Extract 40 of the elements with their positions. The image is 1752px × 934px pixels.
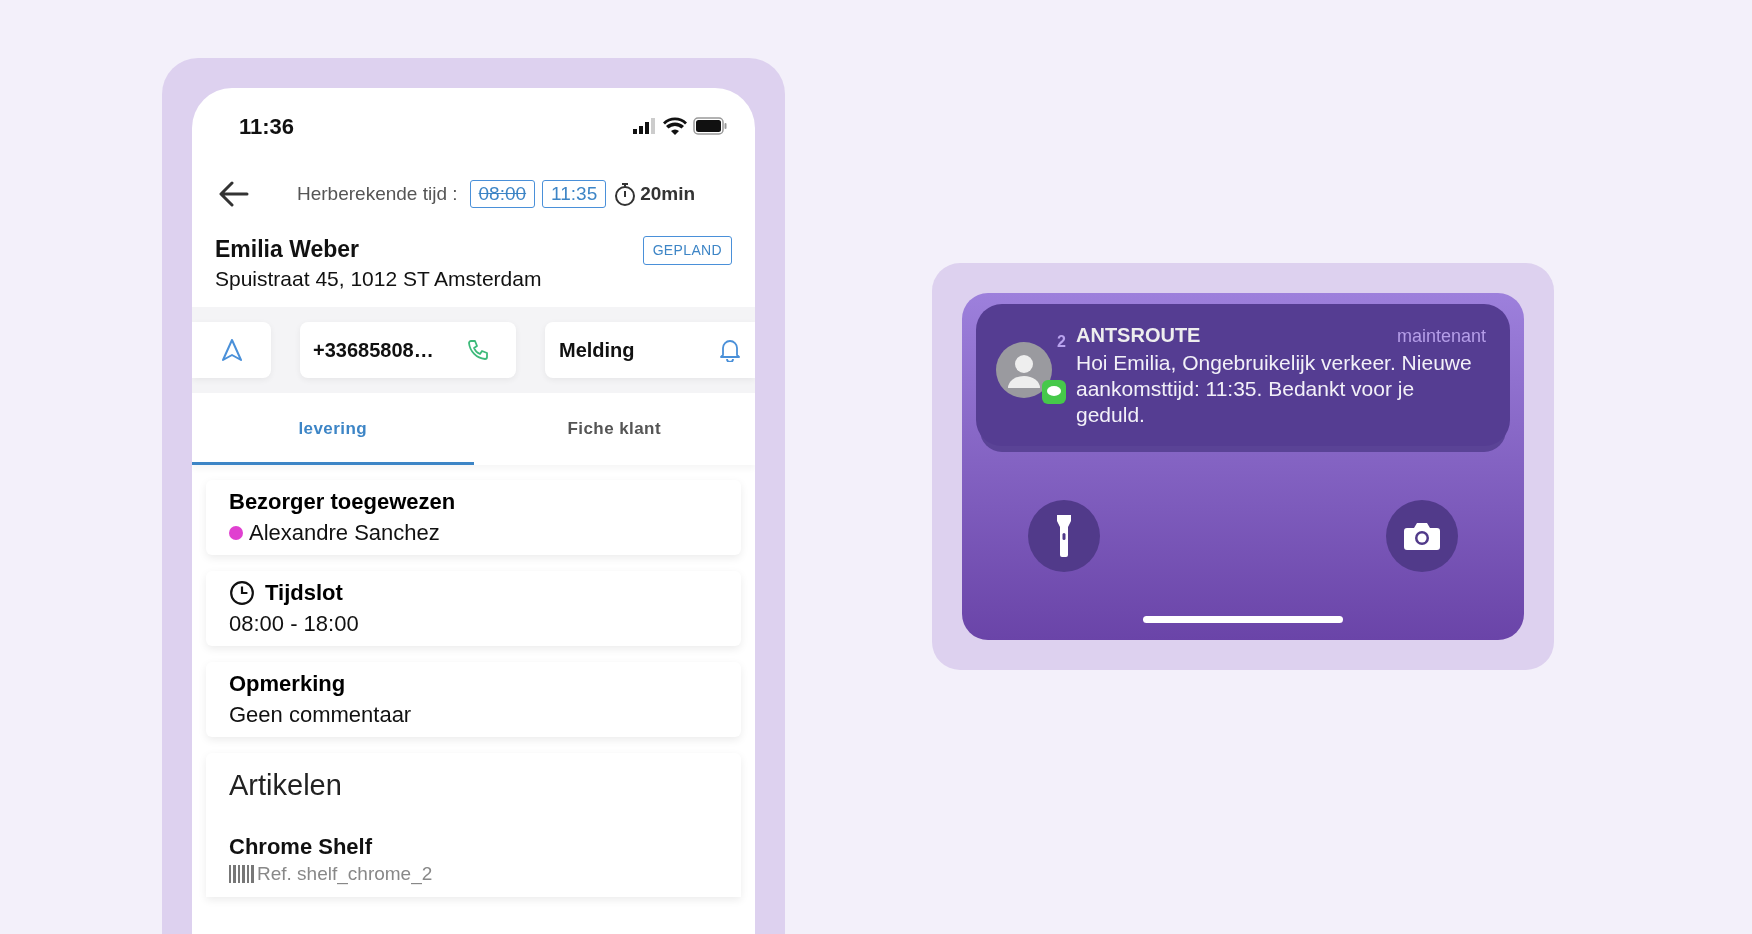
barcode-icon: [229, 865, 255, 883]
phone-button[interactable]: +33685808…: [300, 322, 516, 378]
duration-text: 20min: [640, 181, 696, 206]
article-name: Chrome Shelf: [229, 833, 374, 861]
wifi-icon: [663, 117, 687, 135]
time-chip: 11:35: [542, 180, 607, 208]
signal-icon: [633, 118, 657, 134]
battery-icon: [693, 117, 727, 135]
clock-icon: [229, 580, 255, 606]
phone-icon: [466, 338, 490, 362]
card-title: Bezorger toegewezen: [229, 488, 457, 516]
notification-message: Hoi Emilia, Ongebruikelijk verkeer. Nieuwe aankomsttijd: 11:35. Bedankt voor je geduld.: [1076, 350, 1473, 428]
contact-avatar-icon: [996, 342, 1052, 398]
navigation-arrow-icon: [220, 338, 243, 362]
back-arrow-icon: [219, 181, 249, 207]
article-reference: Ref. shelf_chrome_2: [257, 862, 433, 887]
customer-name: Emilia Weber: [215, 235, 361, 264]
recalculated-time-label: Herberekende tijd :: [297, 181, 458, 206]
message-bubble-icon: [1042, 380, 1066, 404]
notification-app-name: ANTSROUTE: [1076, 323, 1201, 348]
tab[interactable]: levering: [192, 395, 474, 465]
message-count: 2: [1057, 332, 1066, 352]
alert-button[interactable]: Melding: [545, 322, 755, 378]
card-value: Geen commentaar: [229, 701, 412, 729]
articles-heading: Artikelen: [229, 768, 343, 803]
camera-icon: [1404, 522, 1440, 550]
status-badge: GEPLAND: [642, 236, 732, 265]
card-value: Alexandre Sanchez: [249, 519, 440, 547]
customer-address: Spuistraat 45, 1012 ST Amsterdam: [215, 266, 542, 292]
status-time: 11:36: [239, 112, 295, 141]
notification-time: maintenant: [1396, 325, 1486, 348]
flashlight-icon: [1056, 515, 1072, 557]
stopwatch-icon: [614, 182, 637, 206]
card-title: Opmerking: [229, 670, 347, 698]
bell-icon: [719, 338, 741, 362]
tab[interactable]: Fiche klant: [473, 395, 755, 465]
navigate-button[interactable]: [192, 322, 271, 378]
card-value: 08:00 - 18:00: [229, 610, 359, 638]
time-chip: 08:00: [469, 180, 536, 208]
card-title: Tijdslot: [265, 579, 343, 607]
